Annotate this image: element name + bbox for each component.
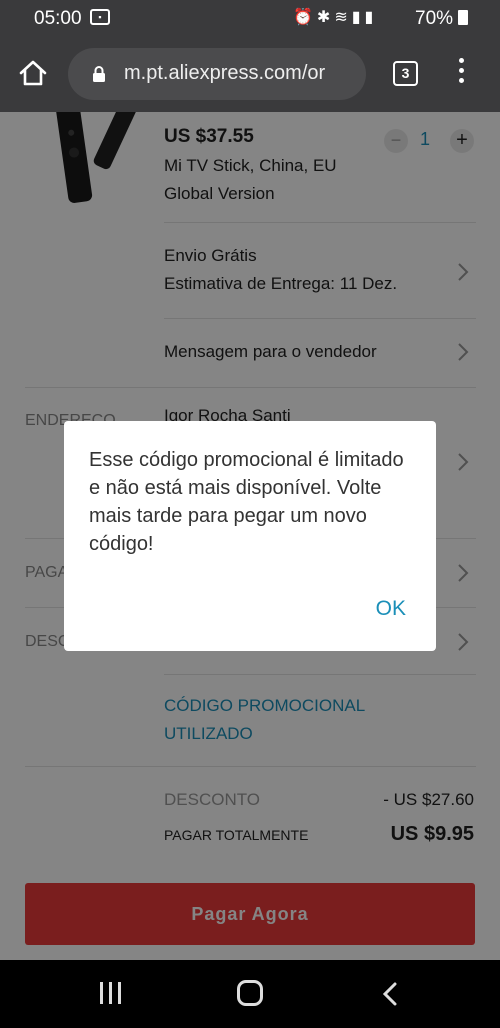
dialog-message: Esse código promocional é limitado e não… [89, 449, 404, 555]
back-icon[interactable] [382, 982, 398, 1006]
battery-percent: 70% [415, 8, 454, 29]
home-nav-icon[interactable] [237, 980, 263, 1006]
status-icons: ⏰✱≋▮▮ [293, 9, 378, 26]
overflow-menu-icon[interactable] [456, 58, 466, 88]
browser-toolbar: m.pt.aliexpress.com/or 3 [0, 36, 500, 112]
url-text: m.pt.aliexpress.com/or [124, 62, 326, 84]
battery-icon [458, 10, 468, 25]
promo-unavailable-dialog: Esse código promocional é limitado e não… [64, 421, 436, 651]
ok-button[interactable]: OK [376, 597, 406, 621]
tab-switcher-button[interactable]: 3 [393, 61, 418, 86]
system-nav-bar [0, 960, 500, 1028]
recent-apps-icon[interactable] [98, 982, 124, 1006]
home-icon[interactable] [18, 58, 48, 88]
status-bar: 05:00 ▪ ⏰✱≋▮▮ 70% [0, 0, 500, 36]
status-time: 05:00 [34, 8, 82, 29]
notification-icon: ▪ [90, 9, 110, 25]
lock-icon [93, 66, 105, 82]
address-bar[interactable]: m.pt.aliexpress.com/or [68, 48, 366, 100]
